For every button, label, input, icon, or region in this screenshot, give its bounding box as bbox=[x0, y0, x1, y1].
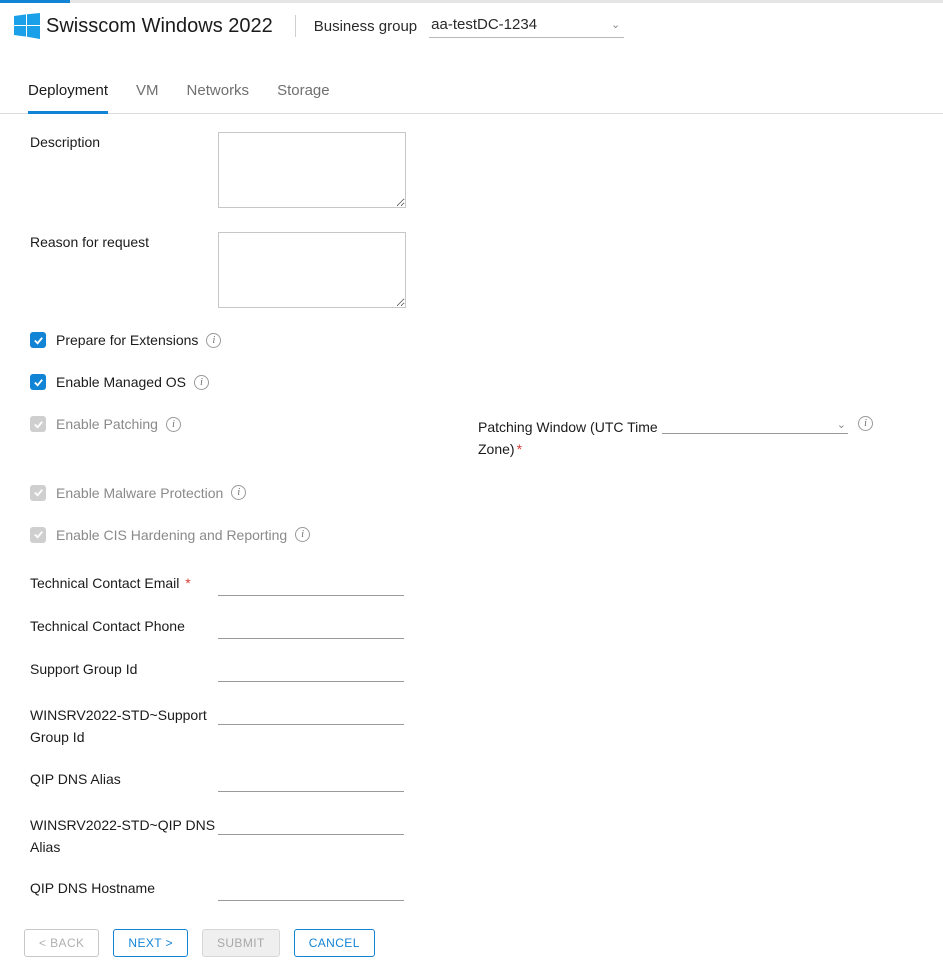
info-icon[interactable]: i bbox=[858, 416, 873, 431]
tab-bar: Deployment VM Networks Storage bbox=[0, 72, 943, 114]
page-title: Swisscom Windows 2022 bbox=[46, 15, 273, 38]
cancel-button[interactable]: CANCEL bbox=[294, 929, 375, 957]
tab-storage[interactable]: Storage bbox=[277, 72, 330, 114]
enable-managed-os-label: Enable Managed OS bbox=[56, 374, 186, 390]
chevron-down-icon: ⌄ bbox=[611, 18, 620, 31]
qip-alias-label: QIP DNS Alias bbox=[30, 769, 218, 787]
submit-button: SUBMIT bbox=[202, 929, 280, 957]
qip-hostname-label: QIP DNS Hostname bbox=[30, 878, 218, 896]
tech-phone-label: Technical Contact Phone bbox=[30, 616, 218, 634]
qip-alias-input[interactable] bbox=[218, 769, 404, 792]
tab-networks[interactable]: Networks bbox=[187, 72, 250, 114]
winsrv-qip-alias-label: WINSRV2022-STD~QIP DNS Alias bbox=[30, 812, 218, 859]
header-separator bbox=[295, 15, 296, 37]
prepare-extensions-checkbox[interactable] bbox=[30, 332, 46, 348]
patching-window-select[interactable]: ⌄ bbox=[662, 416, 848, 434]
enable-malware-checkbox bbox=[30, 485, 46, 501]
footer-buttons: < BACK NEXT > SUBMIT CANCEL bbox=[0, 919, 943, 971]
prepare-extensions-label: Prepare for Extensions bbox=[56, 332, 198, 348]
enable-malware-label: Enable Malware Protection bbox=[56, 485, 223, 501]
info-icon[interactable]: i bbox=[194, 375, 209, 390]
support-group-input[interactable] bbox=[218, 659, 404, 682]
windows-icon bbox=[14, 13, 40, 39]
enable-cis-checkbox bbox=[30, 527, 46, 543]
winsrv-support-group-input[interactable] bbox=[218, 702, 404, 725]
info-icon[interactable]: i bbox=[231, 485, 246, 500]
patching-window-label: Patching Window (UTC Time Zone)* bbox=[478, 416, 662, 461]
enable-patching-checkbox bbox=[30, 416, 46, 432]
required-indicator: * bbox=[181, 575, 190, 591]
tech-phone-input[interactable] bbox=[218, 616, 404, 639]
page-header: Swisscom Windows 2022 Business group aa-… bbox=[0, 3, 943, 58]
business-group-value: aa-testDC-1234 bbox=[431, 16, 537, 33]
enable-cis-label: Enable CIS Hardening and Reporting bbox=[56, 527, 287, 543]
business-group-label: Business group bbox=[314, 18, 417, 35]
qip-hostname-input[interactable] bbox=[218, 878, 404, 901]
required-indicator: * bbox=[517, 441, 522, 457]
tech-email-input[interactable] bbox=[218, 573, 404, 596]
enable-patching-label: Enable Patching bbox=[56, 416, 158, 432]
tab-deployment[interactable]: Deployment bbox=[28, 72, 108, 114]
back-button: < BACK bbox=[24, 929, 99, 957]
support-group-label: Support Group Id bbox=[30, 659, 218, 677]
tab-vm[interactable]: VM bbox=[136, 72, 159, 114]
next-button[interactable]: NEXT > bbox=[113, 929, 188, 957]
winsrv-support-group-label: WINSRV2022-STD~Support Group Id bbox=[30, 702, 218, 749]
enable-managed-os-checkbox[interactable] bbox=[30, 374, 46, 390]
info-icon[interactable]: i bbox=[295, 527, 310, 542]
deployment-form: Description Reason for request Prepare f… bbox=[0, 114, 943, 919]
info-icon[interactable]: i bbox=[206, 333, 221, 348]
reason-input[interactable] bbox=[218, 232, 406, 308]
info-icon[interactable]: i bbox=[166, 417, 181, 432]
tech-email-label: Technical Contact Email * bbox=[30, 573, 218, 591]
description-label: Description bbox=[30, 132, 218, 150]
business-group-select[interactable]: aa-testDC-1234 ⌄ bbox=[429, 14, 624, 38]
winsrv-qip-alias-input[interactable] bbox=[218, 812, 404, 835]
reason-label: Reason for request bbox=[30, 232, 218, 250]
chevron-down-icon: ⌄ bbox=[837, 418, 846, 431]
description-input[interactable] bbox=[218, 132, 406, 208]
